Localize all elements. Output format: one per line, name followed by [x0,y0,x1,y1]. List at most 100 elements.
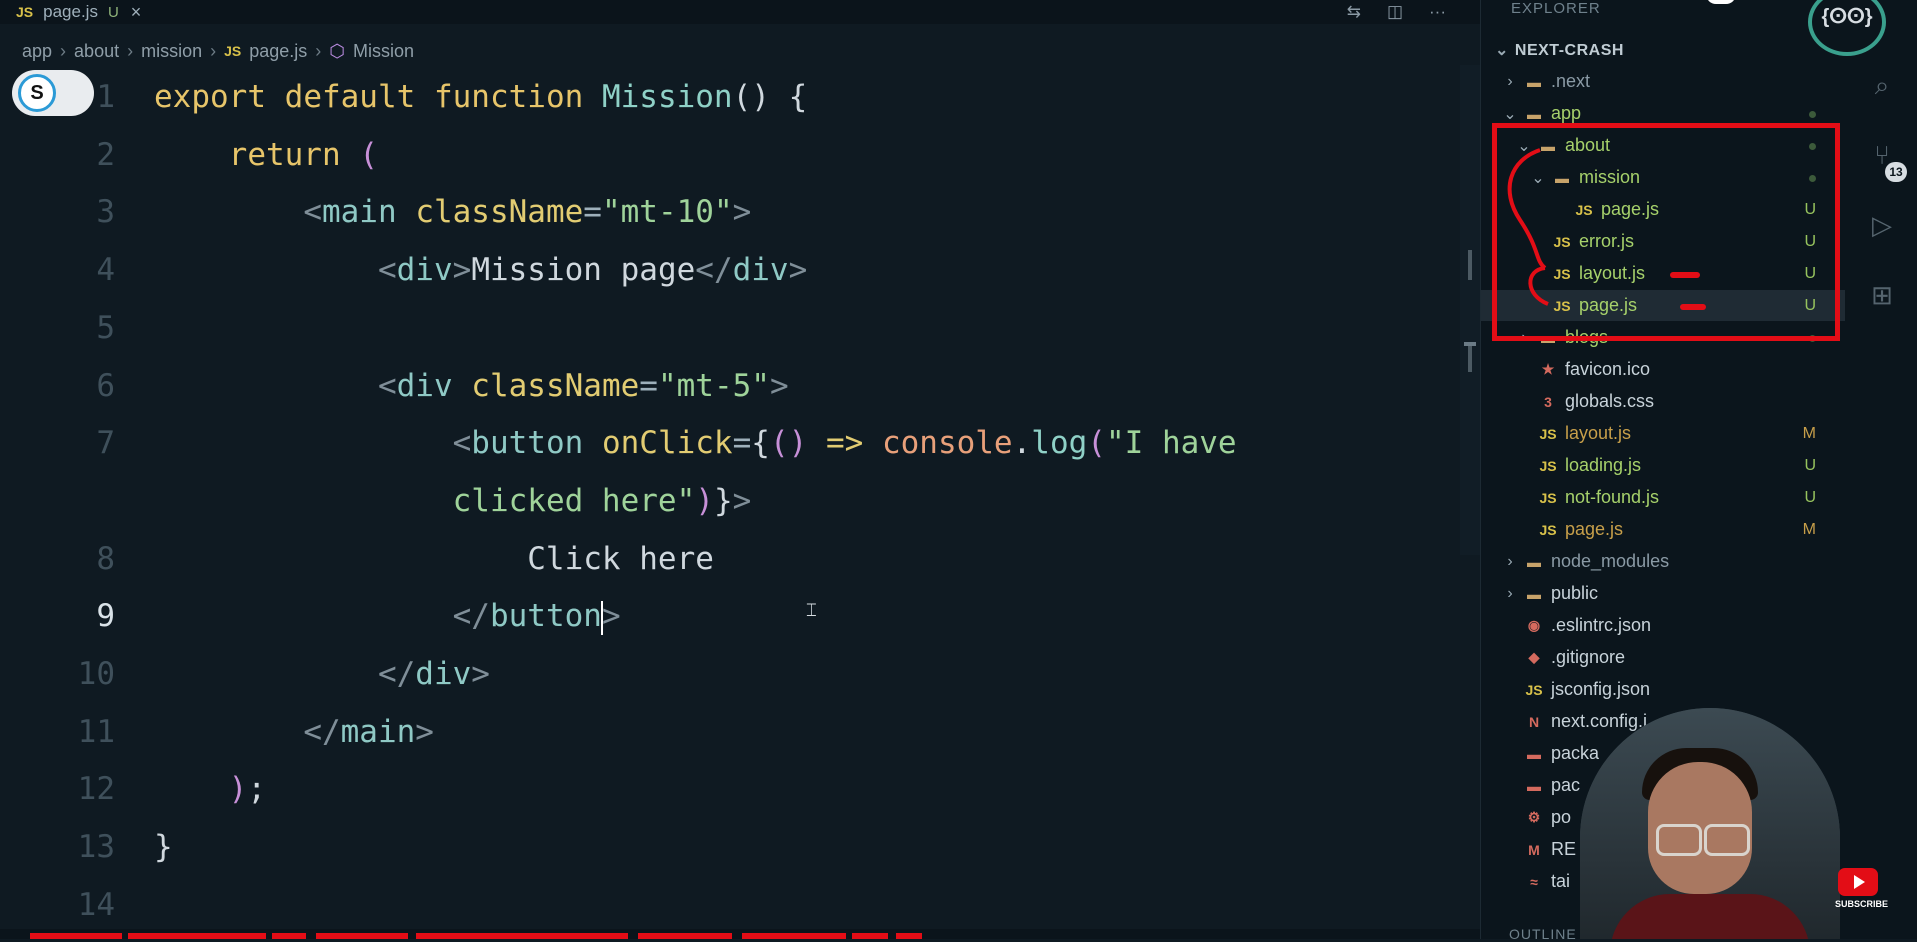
breadcrumb-item[interactable]: about [74,41,119,62]
code-line[interactable]: 9 </button> [0,592,1460,650]
tree-item-label: pac [1551,775,1581,795]
code-line[interactable]: 7 <button onClick={() => console.log("I … [0,419,1460,477]
code-token: "mt-10" [601,194,733,231]
tree-file[interactable]: JS page.js U [1481,194,1846,225]
code-token: () [769,425,826,462]
file-type-icon: ≈ [1530,873,1538,890]
chevron-right-icon[interactable]: › [1503,585,1517,603]
tree-file[interactable]: JS loading.js U [1481,450,1846,481]
chevron-right-icon[interactable]: › [1503,73,1517,91]
code-line[interactable]: 4 <div>Mission page</div> [0,246,1460,304]
code-line[interactable]: 6 <div className="mt-5"> [0,362,1460,420]
tree-item-label: jsconfig.json [1551,679,1651,699]
code-token: "I have [1105,425,1237,462]
chevron-down-icon[interactable]: ⌄ [1503,104,1517,124]
tree-file[interactable]: JS page.js M [1481,514,1846,545]
code-token: < [377,367,397,404]
code-token: main [340,713,416,750]
breadcrumb-item[interactable]: app [22,41,52,62]
code-line[interactable]: 10 </div> [0,650,1460,708]
code-token: } [713,482,733,519]
more-icon[interactable]: ··· [1429,2,1446,22]
tree-file[interactable]: JS error.js U [1481,226,1846,257]
code-line[interactable]: 1 export default function Mission() { [0,73,1460,131]
code-token: > [415,713,434,750]
glasses-icon [1704,824,1750,856]
extensions-icon[interactable]: ⊞ [1867,280,1897,310]
tab-page-js[interactable]: JS page.js U × [0,0,155,24]
tree-folder[interactable]: › ▬ blogs [1481,322,1846,353]
code-line[interactable]: 12 ); [0,765,1460,823]
file-type-icon: ★ [1541,361,1555,377]
tab-actions: ⇆ ◫ ··· [1347,0,1446,24]
tree-folder[interactable]: ⌄ ▬ app [1481,98,1846,129]
code-token: ) [695,482,714,519]
code-line[interactable]: 3 <main className="mt-10"> [0,188,1460,246]
folder-icon: ▬ [1541,137,1555,154]
tree-item-label: page.js [1565,519,1624,539]
js-file-icon: JS [1539,425,1557,442]
tree-file[interactable]: ◉ .eslintrc.json [1481,610,1846,641]
code-token: < [377,252,397,289]
tree-folder[interactable]: › ▬ public [1481,578,1846,609]
code-line[interactable]: clicked here")}> [0,477,1460,535]
chevron-right-icon[interactable]: › [1503,553,1517,571]
code-token: div [396,252,453,289]
code-line[interactable]: 8 Click here [0,535,1460,593]
outline-section[interactable]: OUTLINE [1509,926,1577,942]
code-line[interactable]: 5 [0,304,1460,362]
tree-file[interactable]: JS page.js U [1481,290,1846,321]
breadcrumb-item[interactable]: page.js [249,41,307,62]
chevron-right-icon[interactable]: › [1517,329,1531,347]
line-number: 11 [77,713,115,750]
tree-file[interactable]: JS layout.js M [1481,418,1846,449]
code-token: > [601,598,621,635]
tree-file[interactable]: JS jsconfig.json [1481,674,1846,705]
file-type-icon: ▬ [1527,777,1541,794]
js-file-icon: JS [224,43,242,59]
tree-file[interactable]: JS layout.js U [1481,258,1846,289]
breadcrumb-item[interactable]: Mission [353,41,414,62]
search-icon[interactable]: ⌕ [1867,70,1897,100]
chevron-down-icon[interactable]: ⌄ [1531,168,1545,188]
tree-file[interactable]: ◆ .gitignore [1481,642,1846,673]
compare-icon[interactable]: ⇆ [1347,2,1361,22]
tree-folder[interactable]: › ▬ .next [1481,66,1846,97]
code-token: clicked here" [452,482,696,519]
status-segment [852,933,888,939]
tab-label: page.js [43,2,98,21]
code-token: </ [377,656,416,692]
code-line[interactable]: 13} [0,823,1460,881]
breadcrumb-item[interactable]: mission [141,41,202,62]
run-debug-icon[interactable]: ▷ [1867,210,1897,240]
tree-folder[interactable]: › ▬ node_modules [1481,546,1846,577]
line-number: 4 [96,252,115,289]
youtube-subscribe[interactable]: SUBSCRIBE [1835,868,1888,916]
activity-bar: ⌕ ⑂ 13 ▷ ⊞ [1845,0,1917,939]
file-type-icon: ▬ [1527,745,1541,762]
tree-file[interactable]: ★ favicon.ico [1481,354,1846,385]
project-name[interactable]: ⌄ NEXT-CRASH [1495,40,1624,60]
code-token: console [881,425,1013,462]
tree-item-label: page.js [1579,295,1638,315]
code-text: ); [154,765,266,813]
tree-item-label: page.js [1601,199,1660,219]
tree-file[interactable]: 3 globals.css [1481,386,1846,417]
chevron-down-icon[interactable]: ⌄ [1517,136,1531,156]
tree-file[interactable]: JS not-found.js U [1481,482,1846,513]
editor-scrollbar[interactable] [1460,65,1480,555]
code-line[interactable]: 2 return ( [0,131,1460,189]
split-editor-icon[interactable]: ◫ [1387,2,1403,22]
breadcrumb: app › about › mission › JS page.js › ⬡ M… [22,38,414,64]
code-token: > [452,252,472,289]
code-token: log [1031,425,1088,462]
tree-item-label: error.js [1579,231,1635,251]
close-icon[interactable]: × [131,2,142,23]
code-token: onClick [601,425,733,462]
code-line[interactable]: 11 </main> [0,708,1460,766]
tree-item-label: loading.js [1565,455,1642,475]
code-token: </ [452,598,490,635]
tree-folder[interactable]: ⌄ ▬ mission [1481,162,1846,193]
tree-folder[interactable]: ⌄ ▬ about [1481,130,1846,161]
